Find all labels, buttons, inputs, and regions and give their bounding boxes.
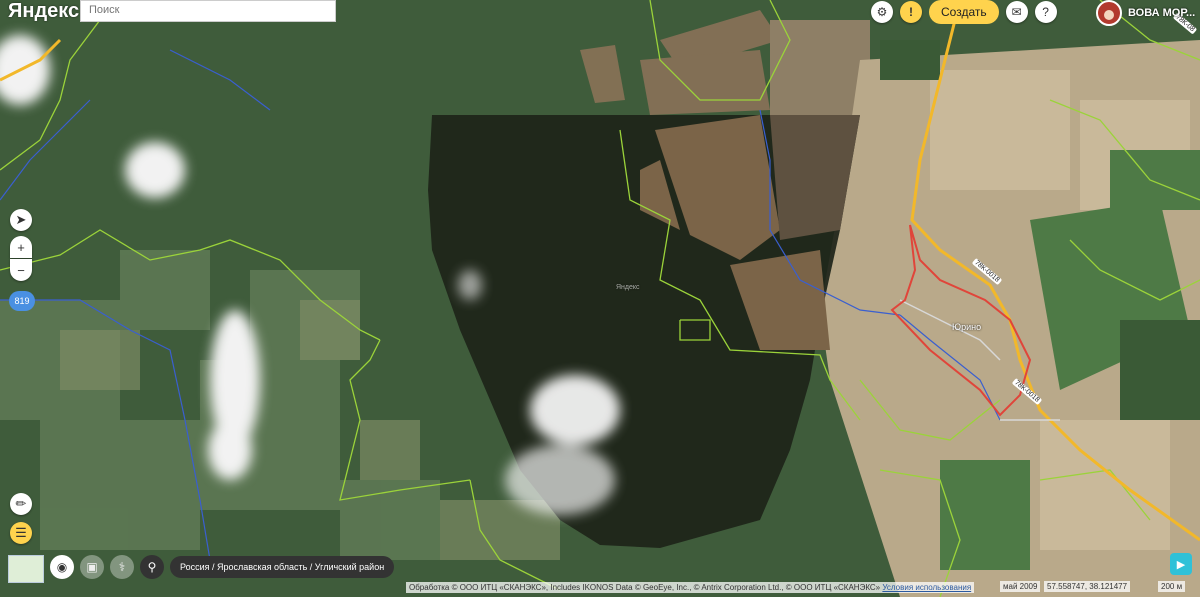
ruler-icon[interactable]: ✏ xyxy=(10,493,32,515)
layers-icon[interactable]: ☰ xyxy=(10,522,32,544)
attribution: Обработка © ООО ИТЦ «СКАНЭКС», Includes … xyxy=(406,582,975,593)
gear-icon[interactable]: ⚙ xyxy=(871,1,893,23)
panorama-icon[interactable]: ◉ xyxy=(50,555,74,579)
message-icon[interactable]: ✉ xyxy=(1005,1,1028,23)
share-icon[interactable]: ▶ xyxy=(1170,553,1192,575)
user-name[interactable]: ВОВА МОР... xyxy=(1128,7,1195,19)
search-box[interactable] xyxy=(80,0,336,22)
create-button[interactable]: Создать xyxy=(929,0,999,24)
zoom-out-button[interactable]: − xyxy=(10,259,32,281)
pin-icon[interactable]: ⚲ xyxy=(140,555,164,579)
imagery-date: май 2009 xyxy=(1000,581,1041,592)
zoom-in-button[interactable]: + xyxy=(10,236,32,258)
minimap-thumbnail[interactable] xyxy=(8,555,44,583)
help-button[interactable]: ? xyxy=(1034,1,1057,23)
coordinates-readout[interactable]: 57.558747, 38.121477 xyxy=(1044,581,1131,592)
user-menu[interactable]: ВОВА МОР... xyxy=(1096,0,1195,26)
camera-icon[interactable]: ▣ xyxy=(80,555,104,579)
place-label: Юрино xyxy=(952,322,982,332)
avatar[interactable] xyxy=(1096,0,1122,26)
zoom-level-badge[interactable]: 819 xyxy=(9,291,35,311)
bottom-controls: ◉ ▣ ⚕ ⚲ xyxy=(50,555,164,579)
yandex-logo[interactable]: Яндекс xyxy=(8,0,79,23)
warning-button[interactable]: ! xyxy=(900,1,922,23)
satellite-map[interactable] xyxy=(0,0,1200,597)
search-input[interactable] xyxy=(89,4,327,16)
terms-link[interactable]: Условия использования xyxy=(882,583,971,592)
geolocation-icon[interactable]: ➤ xyxy=(10,209,32,231)
scale-bar: 200 м xyxy=(1158,581,1186,592)
breadcrumb[interactable]: Россия / Ярославская область / Угличский… xyxy=(170,556,395,578)
map-watermark: Яндекс xyxy=(616,284,640,291)
attribution-text: Обработка © ООО ИТЦ «СКАНЭКС», Includes … xyxy=(409,583,881,592)
top-toolbar: ⚙ ! Создать ✉ ? xyxy=(871,0,1057,24)
traffic-icon[interactable]: ⚕ xyxy=(110,555,134,579)
